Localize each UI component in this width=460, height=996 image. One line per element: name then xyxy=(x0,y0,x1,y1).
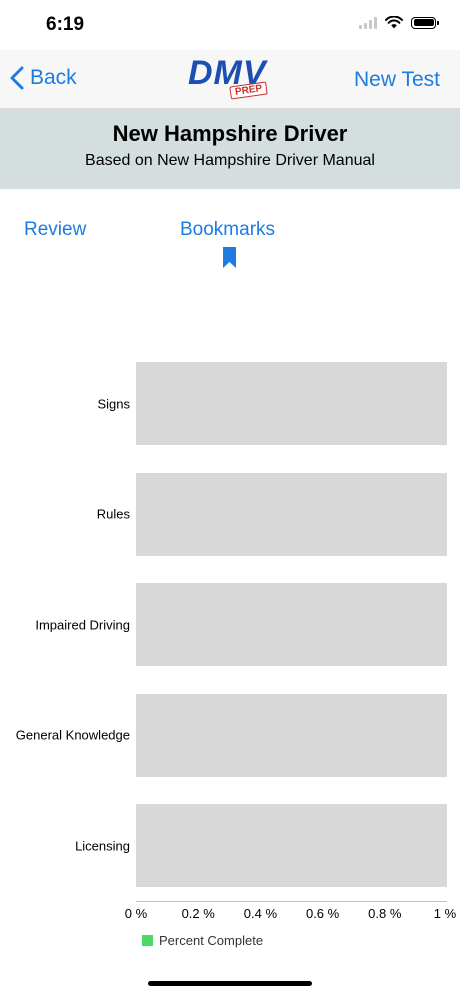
category-label: Rules xyxy=(96,506,130,522)
wifi-icon xyxy=(385,16,403,29)
x-tick-label: 1 % xyxy=(433,906,457,921)
back-label: Back xyxy=(30,66,77,89)
test-header: New Hampshire Driver Based on New Hampsh… xyxy=(0,109,460,189)
chart-legend: Percent Complete xyxy=(142,933,263,948)
dmv-prep-logo: DMV PREP xyxy=(186,54,274,106)
test-subtitle: Based on New Hampshire Driver Manual xyxy=(85,152,375,169)
test-title: New Hampshire Driver xyxy=(112,121,348,146)
x-tick-label: 0.2 % xyxy=(181,906,215,921)
status-time: 6:19 xyxy=(46,14,85,35)
chart-bar-background xyxy=(136,472,447,556)
tab-review[interactable]: Review xyxy=(24,219,86,241)
x-tick-label: 0.4 % xyxy=(243,906,278,921)
chart-bar-background xyxy=(136,362,447,445)
chart-bar-background xyxy=(136,583,447,666)
legend-swatch xyxy=(142,935,153,946)
legend-label: Percent Complete xyxy=(159,933,264,948)
bookmark-icon[interactable] xyxy=(223,247,236,268)
progress-chart: Signs Rules Impaired Driving General Knowle… xyxy=(0,300,460,960)
category-label: Impaired Driving xyxy=(35,617,130,632)
home-indicator xyxy=(148,981,312,986)
x-tick-label: 0.8 % xyxy=(368,906,402,921)
tab-bookmarks[interactable]: Bookmarks xyxy=(180,219,275,241)
back-button[interactable]: Back xyxy=(10,66,77,90)
category-label: General Knowledge xyxy=(15,727,130,743)
new-test-button[interactable]: New Test xyxy=(354,68,440,92)
status-bar: 6:19 xyxy=(0,0,460,50)
chart-bar-background xyxy=(136,804,447,887)
x-tick-label: 0 % xyxy=(124,906,148,921)
battery-icon xyxy=(411,16,439,29)
cellular-signal-icon xyxy=(359,16,377,29)
x-axis-line xyxy=(136,901,447,902)
category-label: Signs xyxy=(97,396,130,411)
chevron-left-icon xyxy=(10,66,24,90)
category-label: Licensing xyxy=(75,838,130,853)
chart-bar-background xyxy=(136,693,447,777)
navigation-bar: Back DMV PREP New Test xyxy=(0,50,460,109)
status-icons xyxy=(359,16,439,29)
x-tick-label: 0.6 % xyxy=(305,906,340,921)
